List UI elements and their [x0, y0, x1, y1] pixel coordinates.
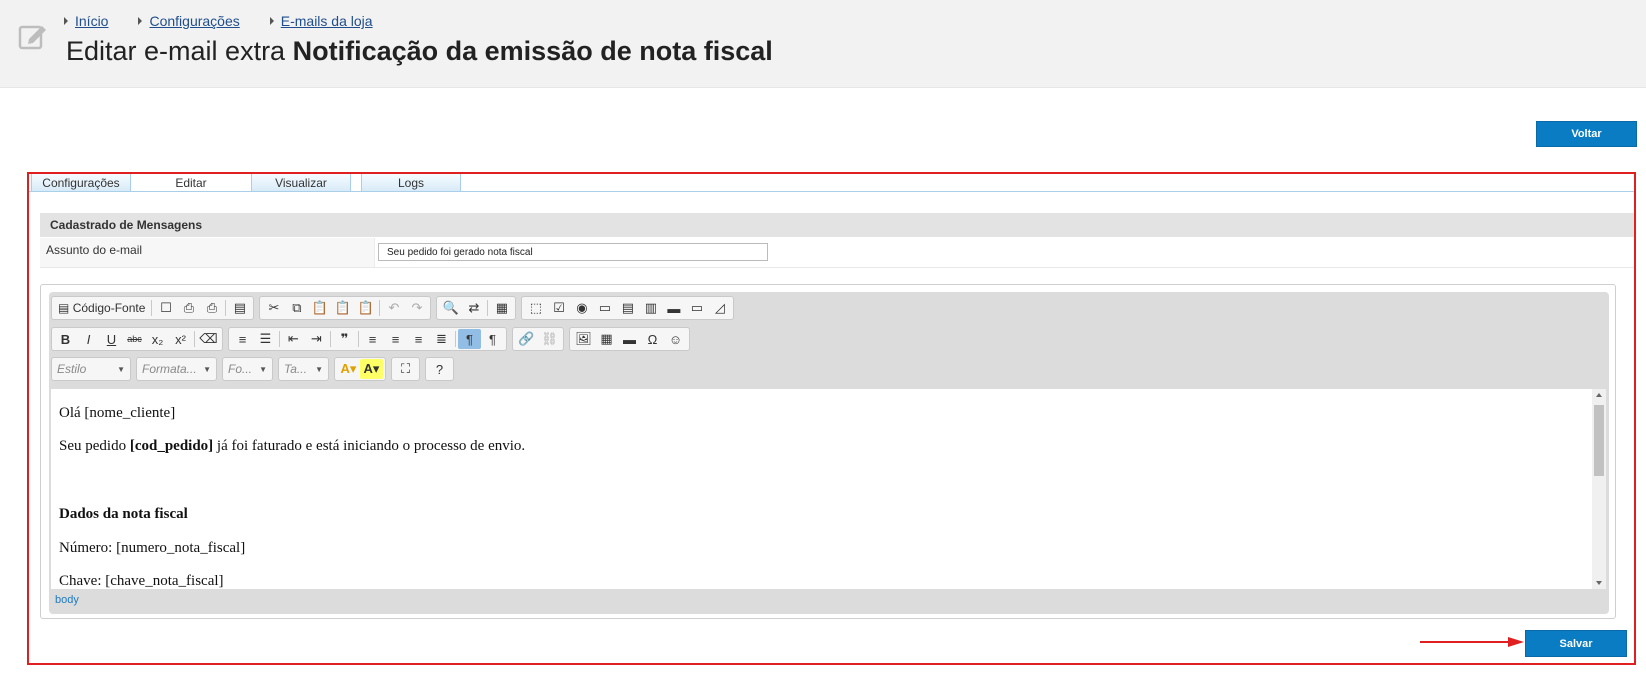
chevron-right-icon: [138, 17, 143, 25]
breadcrumb-link-inicio[interactable]: Início: [75, 13, 108, 29]
page-title-prefix: Editar e-mail extra: [66, 36, 286, 66]
breadcrumb-link-configuracoes[interactable]: Configurações: [149, 13, 239, 29]
edit-document-icon: [18, 25, 46, 50]
save-button[interactable]: Salvar: [1525, 630, 1627, 657]
highlight-frame: [27, 172, 1636, 665]
page-title: Editar e-mail extra Notificação da emiss…: [66, 36, 773, 67]
back-button[interactable]: Voltar: [1536, 121, 1637, 147]
breadcrumb: Início Configurações E-mails da loja: [64, 13, 403, 29]
page-header: Início Configurações E-mails da loja Edi…: [0, 0, 1646, 88]
chevron-right-icon: [64, 17, 68, 25]
page-title-name: Notificação da emissão de nota fiscal: [292, 36, 773, 66]
arrow-right-icon: [1420, 637, 1524, 647]
breadcrumb-link-emails-loja[interactable]: E-mails da loja: [281, 13, 373, 29]
chevron-right-icon: [269, 17, 274, 25]
